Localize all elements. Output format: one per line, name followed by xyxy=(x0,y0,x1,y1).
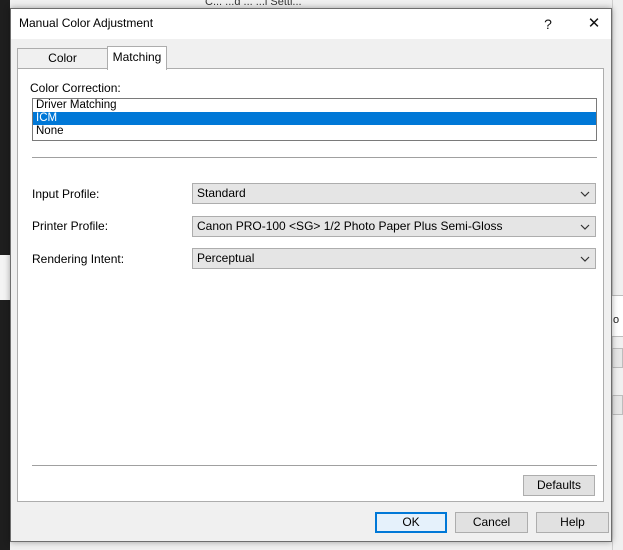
background-light-strip xyxy=(0,255,10,300)
ok-button[interactable]: OK xyxy=(375,512,447,533)
input-profile-label: Input Profile: xyxy=(32,187,100,201)
title-bar: Manual Color Adjustment ? ✕ xyxy=(11,9,611,39)
rendering-intent-select[interactable]: Perceptual xyxy=(192,248,596,269)
background-right-button[interactable] xyxy=(612,348,623,368)
printer-profile-select[interactable]: Canon PRO-100 <SG> 1/2 Photo Paper Plus … xyxy=(192,216,596,237)
printer-profile-label: Printer Profile: xyxy=(32,219,109,233)
list-item-driver-matching[interactable]: Driver Matching xyxy=(33,99,596,112)
help-title-button[interactable]: ? xyxy=(525,9,571,39)
background-right-button[interactable] xyxy=(612,395,623,415)
rendering-intent-label: Rendering Intent: xyxy=(32,252,125,266)
color-correction-label: Color Correction: xyxy=(30,81,121,95)
matching-tab-panel: Color Correction: Driver Matching ICM No… xyxy=(17,68,604,502)
tab-matching[interactable]: Matching xyxy=(107,46,167,70)
chevron-down-icon xyxy=(579,249,591,268)
color-correction-listbox[interactable]: Driver Matching ICM None xyxy=(32,98,597,141)
list-item-none[interactable]: None xyxy=(33,125,596,138)
manual-color-adjustment-dialog: Manual Color Adjustment ? ✕ Color Adjust… xyxy=(10,8,612,542)
dialog-title: Manual Color Adjustment xyxy=(19,16,154,30)
chevron-down-icon xyxy=(579,184,591,203)
rendering-intent-value: Perceptual xyxy=(197,251,255,265)
help-button[interactable]: Help xyxy=(536,512,609,533)
background-right-edge xyxy=(612,0,623,550)
chevron-down-icon xyxy=(579,217,591,236)
cancel-button[interactable]: Cancel xyxy=(455,512,528,533)
close-icon: ✕ xyxy=(587,15,601,32)
background-right-text: o xyxy=(613,314,620,326)
close-button[interactable]: ✕ xyxy=(571,9,617,39)
background-title-text: C... ...d ... ...l Setti... xyxy=(205,0,302,8)
defaults-button[interactable]: Defaults xyxy=(523,475,595,496)
printer-profile-value: Canon PRO-100 <SG> 1/2 Photo Paper Plus … xyxy=(197,219,503,233)
divider xyxy=(32,465,597,466)
tab-color-adjustment[interactable]: Color Adjustment xyxy=(17,48,108,83)
input-profile-select[interactable]: Standard xyxy=(192,183,596,204)
divider xyxy=(32,157,597,158)
list-item-icm[interactable]: ICM xyxy=(33,112,596,125)
input-profile-value: Standard xyxy=(197,186,246,200)
question-icon: ? xyxy=(544,16,552,32)
